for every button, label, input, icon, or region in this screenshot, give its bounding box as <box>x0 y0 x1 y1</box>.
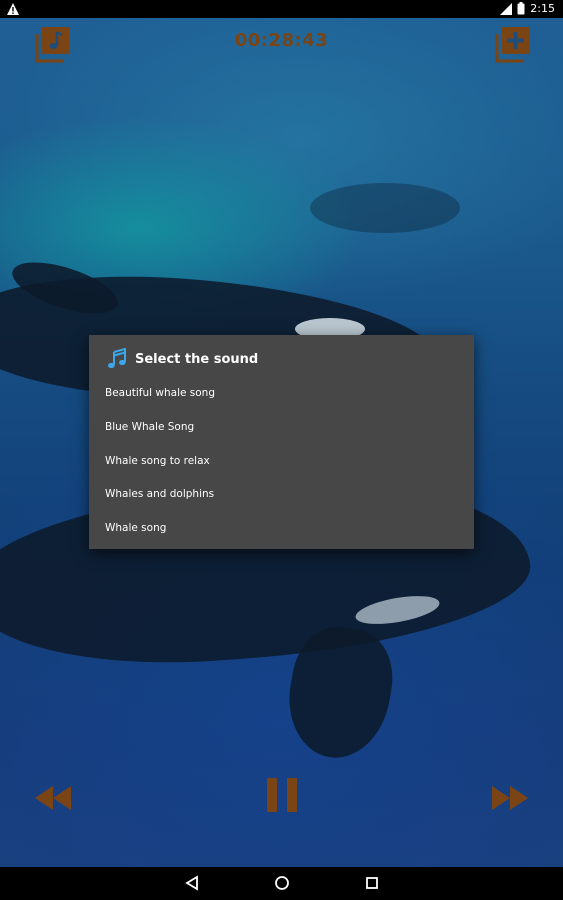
dialog-header: Select the sound <box>107 347 258 371</box>
battery-icon <box>517 2 525 15</box>
add-library-icon[interactable] <box>493 25 531 63</box>
home-icon[interactable] <box>274 875 290 891</box>
sound-item-2[interactable]: Blue Whale Song <box>105 421 194 433</box>
signal-icon <box>500 2 513 15</box>
navigation-bar <box>0 867 563 900</box>
whale-shadow <box>310 183 460 233</box>
dialog-title: Select the sound <box>135 351 259 367</box>
sound-item-5[interactable]: Whale song <box>105 522 166 534</box>
recents-icon[interactable] <box>365 875 379 891</box>
sound-item-4[interactable]: Whales and dolphins <box>105 488 214 500</box>
elapsed-timer: 00:28:43 <box>234 30 329 51</box>
pause-icon[interactable] <box>265 777 299 813</box>
select-sound-dialog: Select the sound Beautiful whale song Bl… <box>89 335 474 549</box>
back-icon[interactable] <box>185 875 199 891</box>
warning-icon <box>7 3 19 15</box>
status-bar: 2:15 <box>0 0 563 18</box>
sound-item-1[interactable]: Beautiful whale song <box>105 387 215 399</box>
music-note-icon <box>108 348 126 369</box>
clock: 2:15 <box>530 2 555 15</box>
rewind-icon[interactable] <box>33 784 73 812</box>
sound-item-3[interactable]: Whale song to relax <box>105 455 210 467</box>
fast-forward-icon[interactable] <box>490 784 530 812</box>
